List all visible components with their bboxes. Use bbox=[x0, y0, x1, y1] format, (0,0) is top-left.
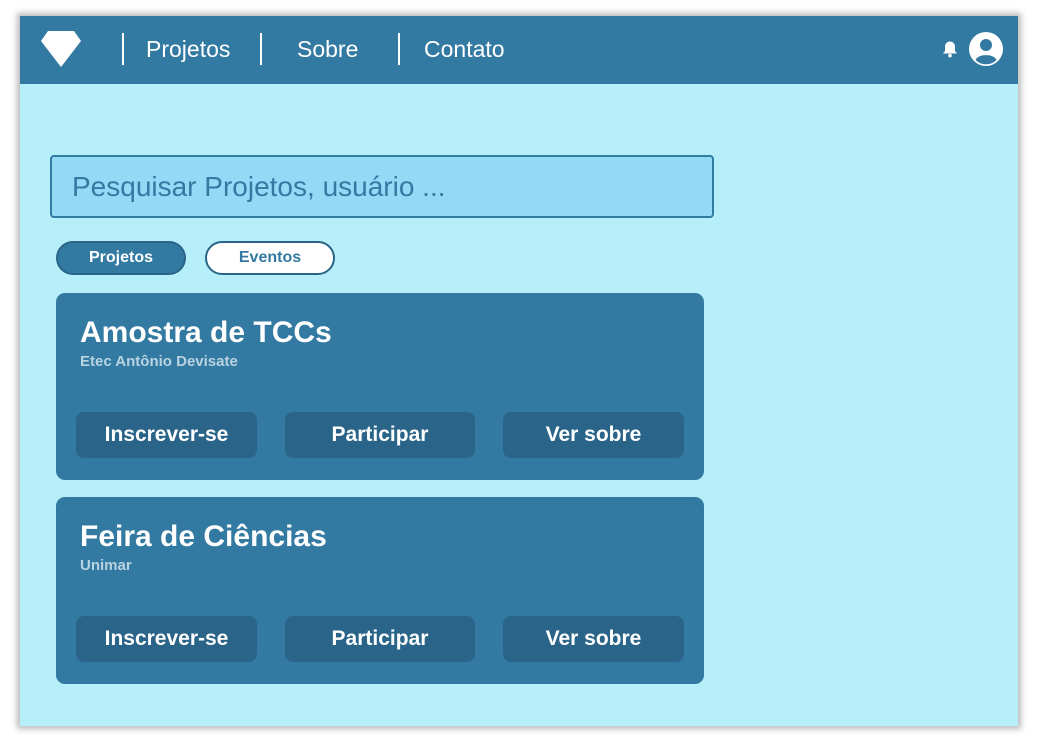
participar-button[interactable]: Participar bbox=[285, 412, 475, 458]
user-icon[interactable] bbox=[969, 32, 1003, 66]
app-frame: Projetos Sobre Contato Projetos Eventos … bbox=[20, 16, 1018, 726]
inscrever-se-button[interactable]: Inscrever-se bbox=[76, 412, 257, 458]
nav-divider bbox=[260, 33, 262, 65]
bell-icon[interactable] bbox=[941, 40, 959, 58]
nav-link-sobre[interactable]: Sobre bbox=[297, 35, 358, 63]
card-subtitle: Etec Antônio Devisate bbox=[80, 353, 238, 370]
nav-divider bbox=[398, 33, 400, 65]
nav-link-contato[interactable]: Contato bbox=[424, 35, 505, 63]
inscrever-se-button[interactable]: Inscrever-se bbox=[76, 616, 257, 662]
project-card: Amostra de TCCs Etec Antônio Devisate In… bbox=[56, 293, 704, 480]
card-title: Amostra de TCCs bbox=[80, 316, 332, 349]
card-subtitle: Unimar bbox=[80, 557, 132, 574]
search-input[interactable] bbox=[50, 155, 714, 218]
top-navbar: Projetos Sobre Contato bbox=[20, 16, 1018, 84]
tab-eventos[interactable]: Eventos bbox=[205, 241, 335, 275]
nav-link-projetos[interactable]: Projetos bbox=[146, 35, 230, 63]
participar-button[interactable]: Participar bbox=[285, 616, 475, 662]
ver-sobre-button[interactable]: Ver sobre bbox=[503, 616, 684, 662]
ver-sobre-button[interactable]: Ver sobre bbox=[503, 412, 684, 458]
nav-divider bbox=[122, 33, 124, 65]
tab-projetos[interactable]: Projetos bbox=[56, 241, 186, 275]
project-card: Feira de Ciências Unimar Inscrever-se Pa… bbox=[56, 497, 704, 684]
card-title: Feira de Ciências bbox=[80, 520, 327, 553]
diamond-icon[interactable] bbox=[40, 30, 82, 68]
